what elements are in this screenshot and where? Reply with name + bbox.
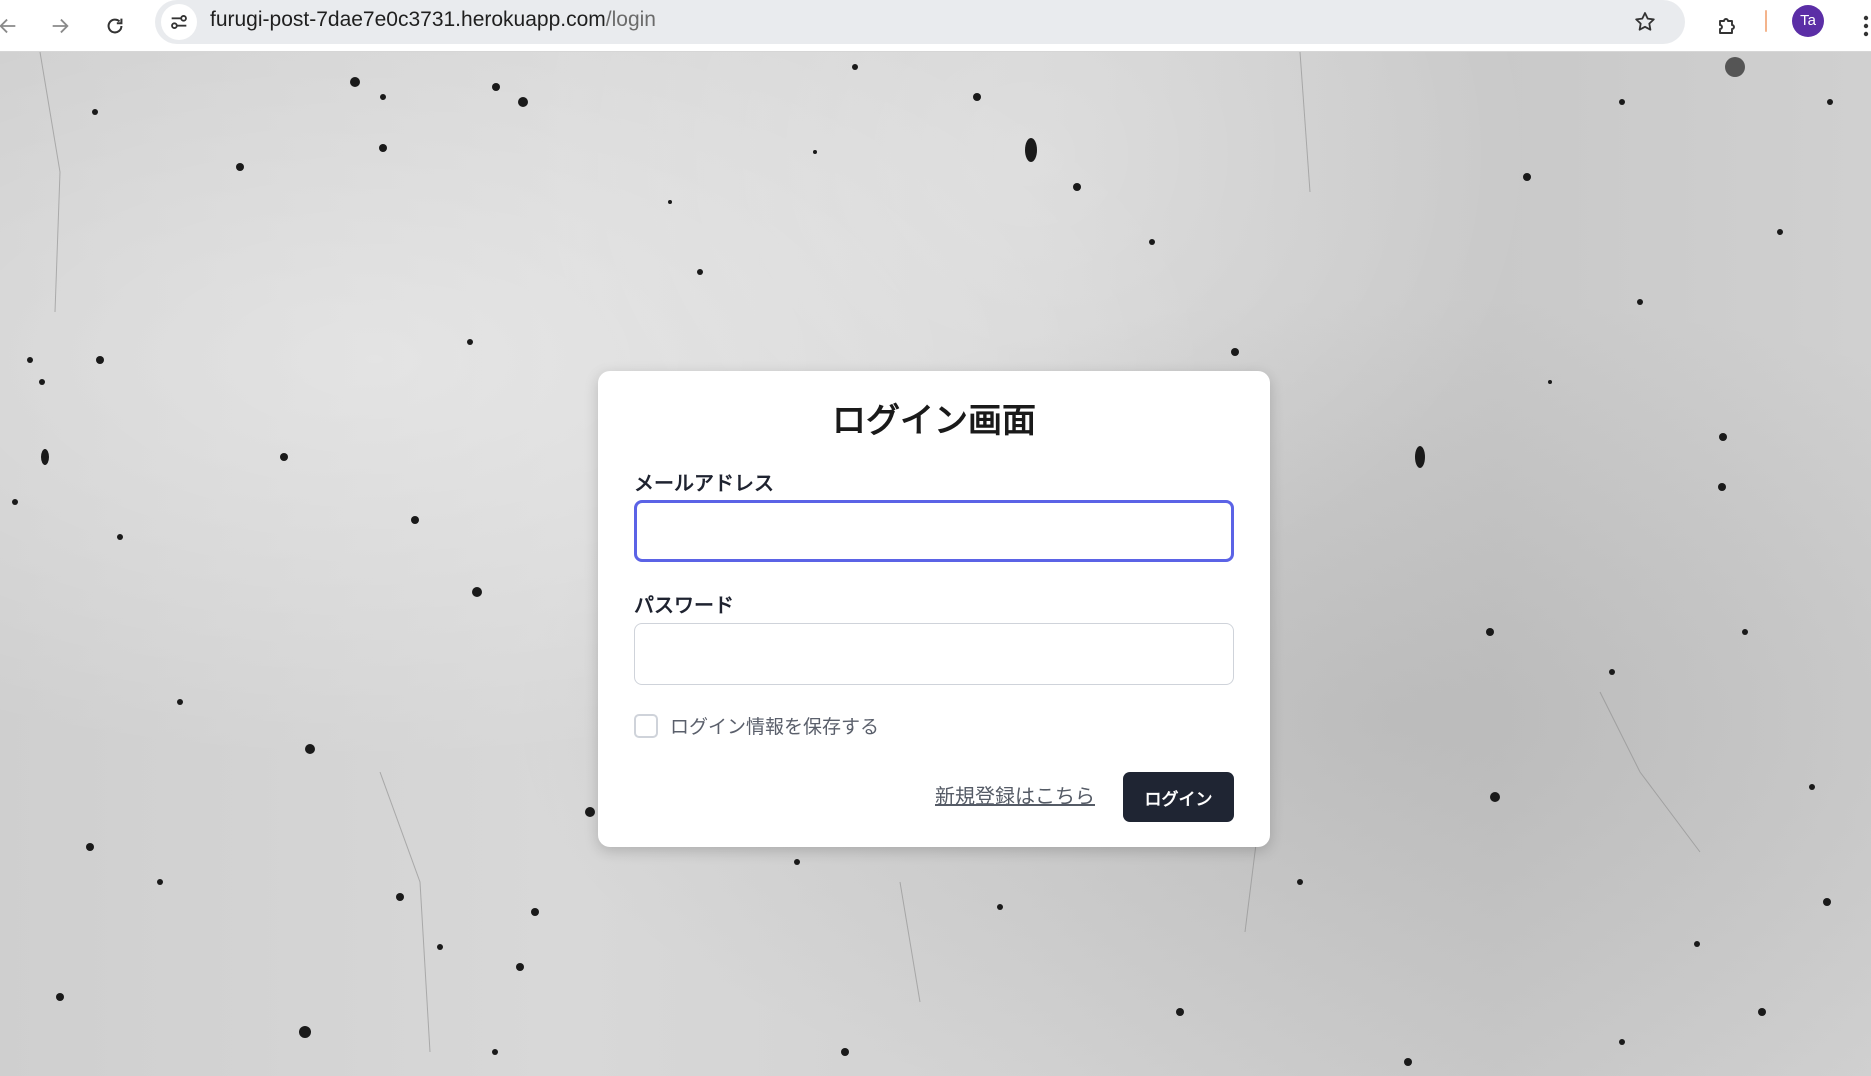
email-label: メールアドレス [634,471,774,495]
url-text[interactable]: furugi-post-7dae7e0c3731.herokuapp.com/l… [210,0,656,44]
extensions-puzzle-icon[interactable] [1707,6,1747,46]
page-title: ログイン画面 [832,401,1036,441]
profile-avatar[interactable]: Ta [1792,5,1824,37]
password-field[interactable] [634,623,1234,685]
page-background: ログイン画面 メールアドレス パスワード ログイン情報を保存する 新規登録はこち… [0,52,1871,1076]
login-button[interactable]: ログイン [1123,772,1234,822]
address-bar[interactable]: furugi-post-7dae7e0c3731.herokuapp.com/l… [155,0,1685,44]
url-path: /login [605,8,656,31]
site-info-icon[interactable] [161,4,197,40]
remember-me-checkbox[interactable] [634,714,658,738]
register-link[interactable]: 新規登録はこちら [935,780,1095,809]
email-field[interactable] [634,500,1234,562]
password-label: パスワード [634,593,734,617]
login-card: ログイン画面 メールアドレス パスワード ログイン情報を保存する 新規登録はこち… [598,371,1270,847]
remember-me-label[interactable]: ログイン情報を保存する [670,712,879,739]
url-host: furugi-post-7dae7e0c3731.herokuapp.com [210,8,606,31]
browser-toolbar: furugi-post-7dae7e0c3731.herokuapp.com/l… [0,0,1871,52]
reload-icon[interactable] [95,6,135,46]
bookmark-star-icon[interactable] [1625,2,1665,42]
back-arrow-icon[interactable] [0,6,28,46]
forward-arrow-icon[interactable] [40,6,80,46]
toolbar-divider [1765,10,1767,32]
more-vertical-icon[interactable] [1846,6,1871,46]
